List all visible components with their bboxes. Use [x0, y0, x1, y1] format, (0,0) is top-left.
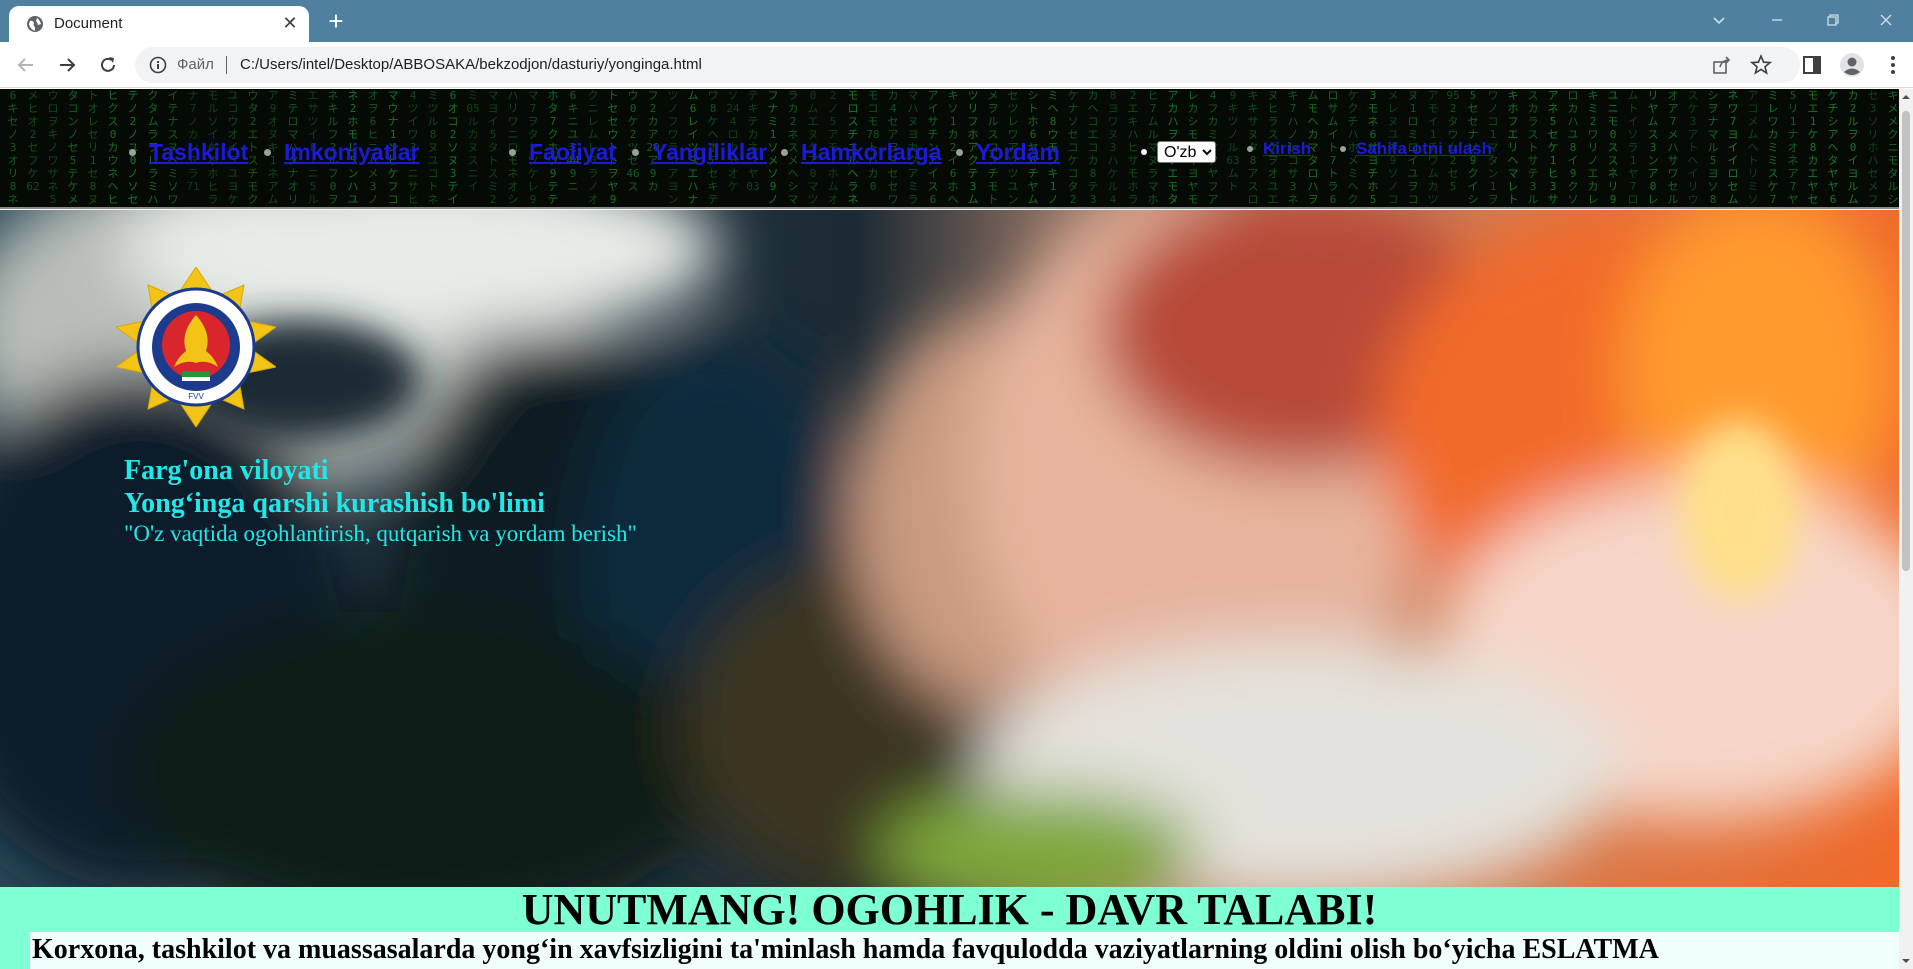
- reload-icon[interactable]: [94, 51, 122, 79]
- site-navigation: 6キセノ3オリ8ネ メヒオ2セフケ62 ウロヲキノワサネ5 タコンノセ5テケメ トオレセ…: [0, 89, 1899, 209]
- url-text[interactable]: C:/Users/intel/Desktop/ABBOSAKA/bekzodjo…: [240, 56, 702, 73]
- new-tab-button[interactable]: +: [322, 8, 350, 36]
- list-bullet: [129, 149, 136, 156]
- info-icon[interactable]: [149, 56, 167, 74]
- scheme-label: Файл: [177, 56, 214, 73]
- close-tab-icon[interactable]: ✕: [280, 13, 300, 33]
- tab-search-icon[interactable]: [1699, 6, 1739, 34]
- nav-link-imkoniyatlar[interactable]: Imkoniyatlar: [284, 139, 420, 166]
- list-bullet: [264, 149, 271, 156]
- hero-banner: FVV Farg'ona viloyati Yong‘inga qarshi k…: [0, 210, 1899, 887]
- list-bullet: [781, 149, 788, 156]
- nav-item-login: Kirish: [1247, 139, 1311, 159]
- nav-item-language: O'zb: [1141, 141, 1216, 163]
- nav-item-hamkorlarga: Hamkorlarga: [781, 139, 942, 166]
- tab-title: Document: [54, 15, 123, 32]
- nav-item-yordam: Yordam: [956, 139, 1060, 166]
- department-slogan: "O'z vaqtida ogohlantirish, qutqarish va…: [124, 521, 637, 546]
- nav-link-faoliyat[interactable]: Faoliyat: [529, 139, 616, 166]
- list-bullet: [1340, 146, 1346, 152]
- nav-item-faoliyat: Faoliyat: [509, 139, 616, 166]
- browser-tab-strip: Document ✕ +: [0, 0, 1913, 42]
- scroll-up-icon[interactable]: [1902, 93, 1910, 101]
- share-icon[interactable]: [1711, 54, 1733, 76]
- emblem-abbr: FVV: [188, 392, 204, 401]
- nav-link-yangiliklar[interactable]: Yangiliklar: [652, 139, 767, 166]
- language-select[interactable]: O'zb: [1157, 141, 1216, 163]
- nav-menu: Tashkilot Imkoniyatlar Faoliyat Yangilik…: [0, 89, 1899, 209]
- star-icon[interactable]: [1749, 53, 1773, 76]
- page-viewport: 6キセノ3オリ8ネ メヒオ2セフケ62 ウロヲキノワサネ5 タコンノセ5テケメ トオレセ…: [0, 89, 1899, 969]
- subtitle-box: Korxona, tashkilot va muassasalarda yong…: [30, 932, 1899, 969]
- list-bullet: [956, 149, 963, 156]
- list-bullet: [509, 149, 516, 156]
- firefighter-background-image: [0, 210, 1899, 887]
- alert-title: UNUTMANG! OGOHLIK - DAVR TALABI!: [521, 885, 1378, 934]
- arrow-right-icon[interactable]: [53, 51, 81, 79]
- profile-icon[interactable]: [1839, 52, 1865, 78]
- arrow-left-icon[interactable]: [12, 51, 40, 79]
- region-title: Farg'ona viloyati: [124, 455, 329, 486]
- nav-item-imkoniyatlar: Imkoniyatlar: [264, 139, 420, 166]
- login-link[interactable]: Kirish: [1263, 139, 1311, 159]
- list-bullet: [1141, 149, 1147, 155]
- alert-subtitle: Korxona, tashkilot va muassasalarda yong…: [32, 934, 1659, 965]
- nav-item-share: Sahifa otni ulash: [1340, 139, 1492, 159]
- list-bullet: [632, 149, 639, 156]
- department-title: Yong‘inga qarshi kurashish bo'limi: [124, 488, 545, 519]
- kebab-menu-icon[interactable]: [1880, 52, 1906, 78]
- page-scrollbar[interactable]: [1899, 89, 1913, 969]
- nav-item-yangiliklar: Yangiliklar: [632, 139, 767, 166]
- close-window-icon[interactable]: [1866, 6, 1906, 34]
- share-link[interactable]: Sahifa otni ulash: [1356, 139, 1492, 159]
- ministry-emblem: FVV: [114, 266, 278, 428]
- list-bullet: [1247, 146, 1253, 152]
- nav-link-tashkilot[interactable]: Tashkilot: [149, 139, 248, 166]
- nav-item-tashkilot: Tashkilot: [129, 139, 248, 166]
- side-panel-icon[interactable]: [1799, 52, 1825, 78]
- globe-icon: [26, 15, 44, 33]
- address-separator: [226, 56, 227, 74]
- alert-banner: UNUTMANG! OGOHLIK - DAVR TALABI!: [0, 885, 1899, 934]
- alert-subtitle-row: Korxona, tashkilot va muassasalarda yong…: [0, 932, 1899, 969]
- nav-link-hamkorlarga[interactable]: Hamkorlarga: [801, 139, 942, 166]
- address-bar[interactable]: Файл C:/Users/intel/Desktop/ABBOSAKA/bek…: [135, 47, 1800, 83]
- nav-link-yordam[interactable]: Yordam: [976, 139, 1060, 166]
- scroll-down-icon[interactable]: [1902, 957, 1910, 965]
- restore-icon[interactable]: [1813, 6, 1853, 34]
- minimize-icon[interactable]: [1757, 6, 1797, 34]
- subtitle-accent: [0, 932, 30, 969]
- scrollbar-thumb[interactable]: [1902, 111, 1910, 571]
- browser-tab[interactable]: Document ✕: [9, 6, 309, 42]
- address-toolbar: Файл C:/Users/intel/Desktop/ABBOSAKA/bek…: [0, 42, 1913, 88]
